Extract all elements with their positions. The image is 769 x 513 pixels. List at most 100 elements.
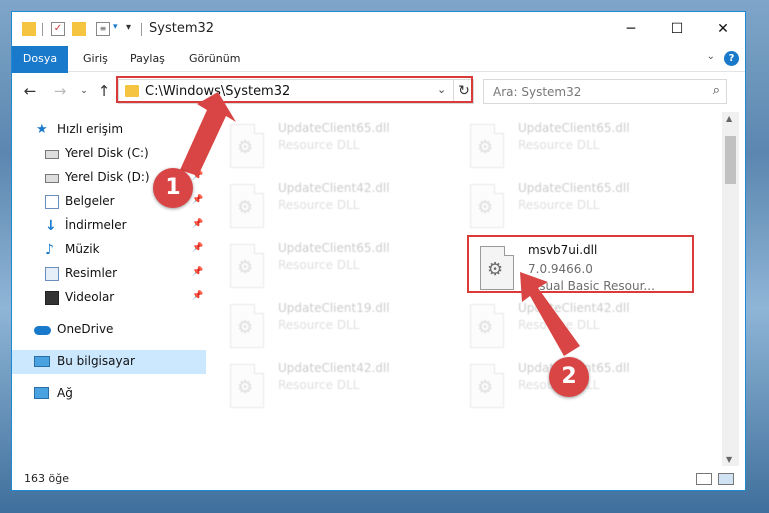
large-icons-view-icon[interactable] (718, 473, 734, 485)
dll-file-icon: ⚙ (230, 184, 264, 228)
file-name: UpdateClient65.dll (518, 121, 630, 135)
sidebar-item-label: Yerel Disk (C:) (65, 146, 149, 160)
sidebar-item-label: Videolar (65, 290, 115, 304)
pin-icon[interactable]: 📌 (192, 243, 203, 253)
view-options-icon[interactable]: ≡ (96, 22, 110, 36)
pin-icon[interactable]: 📌 (192, 291, 203, 301)
sidebar-item-disk-c[interactable]: Yerel Disk (C:) 📌 (12, 142, 206, 166)
pictures-icon (45, 267, 59, 281)
gear-icon: ⚙ (237, 317, 254, 338)
file-item[interactable]: ⚙ UpdateClient65.dll Resource DLL (458, 178, 688, 236)
search-icon[interactable]: ⌕ (713, 83, 720, 98)
tab-view[interactable]: Görünüm (189, 46, 240, 72)
gear-icon: ⚙ (477, 197, 494, 218)
title-divider (141, 23, 142, 36)
recent-locations-icon[interactable]: ⌄ (74, 81, 94, 101)
gear-icon: ⚙ (237, 257, 254, 278)
toolbar-divider (42, 23, 43, 36)
file-item[interactable]: ⚙ UpdateClient65.dll Resource DLL (218, 118, 448, 176)
file-highlight (467, 235, 694, 293)
file-name: UpdateClient42.dll (278, 181, 390, 195)
file-description: Resource DLL (278, 318, 360, 332)
file-item[interactable]: ⚙ UpdateClient19.dll Resource DLL (218, 298, 448, 356)
dll-file-icon: ⚙ (230, 364, 264, 408)
address-bar-highlight (116, 76, 473, 103)
dll-file-icon: ⚙ (230, 124, 264, 168)
step-1-badge: 1 (153, 168, 193, 208)
expand-ribbon-icon[interactable]: ⌄ (707, 51, 715, 62)
sidebar-item-label: İndirmeler (65, 218, 127, 232)
sidebar-item-videos[interactable]: Videolar 📌 (12, 286, 206, 310)
sidebar-item-label: Belgeler (65, 194, 115, 208)
minimize-button[interactable]: ─ (608, 12, 654, 46)
sidebar-item-quick-access[interactable]: ★ Hızlı erişim (12, 118, 206, 142)
file-item[interactable]: ⚙ UpdateClient42.dll Resource DLL (458, 298, 688, 356)
sidebar-item-label: Ağ (57, 386, 73, 400)
dll-file-icon: ⚙ (470, 124, 504, 168)
cloud-icon (34, 326, 51, 335)
file-item[interactable]: ⚙ UpdateClient42.dll Resource DLL (218, 358, 448, 416)
status-bar: 163 öğe (12, 468, 745, 490)
sidebar-item-label: OneDrive (57, 322, 114, 336)
customize-toolbar-icon[interactable]: ▾ (126, 22, 140, 36)
gear-icon: ⚙ (477, 137, 494, 158)
forward-button[interactable]: → (50, 81, 70, 101)
computer-icon (34, 356, 50, 367)
file-name: UpdateClient42.dll (278, 361, 390, 375)
file-description: Resource DLL (278, 198, 360, 212)
pin-icon[interactable]: 📌 (192, 195, 203, 205)
sidebar-item-downloads[interactable]: ↓ İndirmeler 📌 (12, 214, 206, 238)
title-bar: ✓ ≡ ▾ ▾ System32 ─ ☐ ✕ (12, 12, 745, 46)
file-item[interactable]: ⚙ UpdateClient65.dll Resource DLL (218, 238, 448, 296)
new-folder-icon[interactable] (72, 22, 86, 36)
gear-icon: ⚙ (237, 137, 254, 158)
file-name: UpdateClient65.dll (518, 181, 630, 195)
network-icon (34, 387, 49, 399)
file-description: Resource DLL (278, 378, 360, 392)
pin-icon[interactable]: 📌 (192, 171, 203, 181)
file-item[interactable]: ⚙ UpdateClient65.dll Resource DLL (458, 118, 688, 176)
maximize-button[interactable]: ☐ (654, 12, 700, 46)
details-view-icon[interactable] (696, 473, 712, 485)
file-description: Resource DLL (278, 258, 360, 272)
search-input[interactable]: Ara: System32 (493, 85, 581, 99)
sidebar-item-pictures[interactable]: Resimler 📌 (12, 262, 206, 286)
file-description: Resource DLL (278, 138, 360, 152)
quick-access-dropdown-icon[interactable]: ▾ (113, 22, 127, 36)
sidebar-item-this-pc[interactable]: Bu bilgisayar (12, 350, 206, 374)
sidebar-item-network[interactable]: Ağ (12, 382, 206, 406)
help-icon[interactable]: ? (724, 51, 739, 66)
pin-icon[interactable]: 📌 (192, 219, 203, 229)
dll-file-icon: ⚙ (470, 304, 504, 348)
window-title: System32 (149, 21, 215, 36)
scroll-down-icon[interactable]: ▼ (726, 455, 732, 464)
properties-icon[interactable]: ✓ (51, 22, 65, 36)
folder-icon (22, 22, 36, 36)
scroll-up-icon[interactable]: ▲ (726, 114, 732, 123)
star-icon: ★ (36, 122, 48, 137)
pin-icon[interactable]: 📌 (192, 267, 203, 277)
file-description: Resource DLL (518, 138, 600, 152)
navigation-pane: ★ Hızlı erişim Yerel Disk (C:) 📌 Yerel D… (12, 112, 206, 466)
ribbon: Dosya Giriş Paylaş Görünüm ⌄ ? (12, 46, 745, 104)
search-box[interactable]: Ara: System32 ⌕ (483, 79, 727, 104)
gear-icon: ⚙ (477, 377, 494, 398)
sidebar-item-onedrive[interactable]: OneDrive (12, 318, 206, 342)
sidebar-item-label: Bu bilgisayar (57, 354, 135, 368)
pin-icon[interactable]: 📌 (192, 147, 203, 157)
tab-share[interactable]: Paylaş (130, 46, 165, 72)
back-button[interactable]: ← (20, 81, 40, 101)
vertical-scrollbar[interactable]: ▲ ▼ (722, 112, 739, 466)
sidebar-item-label: Resimler (65, 266, 118, 280)
file-description: Resource DLL (518, 198, 600, 212)
dll-file-icon: ⚙ (470, 184, 504, 228)
file-item[interactable]: ⚙ UpdateClient42.dll Resource DLL (218, 178, 448, 236)
scroll-thumb[interactable] (725, 136, 736, 184)
sidebar-item-music[interactable]: ♪ Müzik 📌 (12, 238, 206, 262)
gear-icon: ⚙ (477, 317, 494, 338)
close-button[interactable]: ✕ (700, 12, 745, 46)
dll-file-icon: ⚙ (470, 364, 504, 408)
up-button[interactable]: ↑ (94, 81, 114, 101)
tab-home[interactable]: Giriş (83, 46, 108, 72)
file-name: UpdateClient65.dll (278, 121, 390, 135)
